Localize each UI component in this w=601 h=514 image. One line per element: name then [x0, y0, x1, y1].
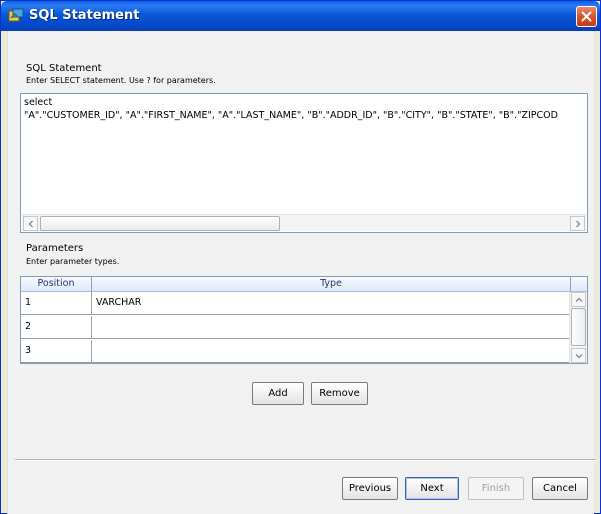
- scroll-down-button[interactable]: [571, 348, 586, 363]
- sql-textarea[interactable]: select "A"."CUSTOMER_ID", "A"."FIRST_NAM…: [20, 93, 588, 233]
- vertical-scroll-thumb[interactable]: [571, 308, 586, 346]
- sql-line: select: [24, 97, 53, 108]
- arrow-up-icon: [575, 297, 583, 302]
- next-button[interactable]: Next: [405, 477, 459, 500]
- column-header-type[interactable]: Type: [92, 278, 570, 289]
- horizontal-scrollbar[interactable]: [22, 214, 586, 231]
- horizontal-scroll-thumb[interactable]: [40, 216, 280, 231]
- remove-button[interactable]: Remove: [311, 382, 368, 405]
- title-bar[interactable]: SQL Statement: [1, 1, 600, 31]
- arrow-down-icon: [575, 354, 583, 359]
- scroll-right-button[interactable]: [570, 216, 585, 231]
- position-cell: 3: [25, 345, 32, 356]
- scroll-up-button[interactable]: [571, 292, 586, 307]
- dialog-window: SQL Statement SQL Statement Enter SELECT…: [0, 0, 601, 514]
- position-cell: 2: [25, 321, 32, 332]
- sql-line: "A"."CUSTOMER_ID", "A"."FIRST_NAME", "A"…: [24, 110, 558, 121]
- table-row[interactable]: 1 VARCHAR: [21, 292, 569, 315]
- params-section-title: Parameters: [26, 243, 84, 254]
- close-button[interactable]: [576, 6, 597, 27]
- vertical-scrollbar[interactable]: [569, 292, 587, 363]
- cancel-button[interactable]: Cancel: [532, 477, 588, 500]
- sql-section-title: SQL Statement: [26, 63, 102, 74]
- parameters-table: Position Type 1 VARCHAR 2 3: [20, 276, 588, 364]
- sql-section-subtitle: Enter SELECT statement. Use ? for parame…: [26, 76, 216, 85]
- previous-button[interactable]: Previous: [342, 477, 398, 500]
- table-row[interactable]: 3: [21, 340, 569, 363]
- finish-button[interactable]: Finish: [468, 477, 524, 500]
- column-header-position[interactable]: Position: [21, 278, 91, 289]
- footer-separator: [15, 459, 596, 461]
- table-header: Position Type: [21, 277, 587, 292]
- table-row[interactable]: 2: [21, 316, 569, 339]
- window-title: SQL Statement: [29, 8, 140, 23]
- arrow-left-icon: [28, 220, 33, 228]
- type-cell[interactable]: VARCHAR: [96, 297, 141, 308]
- position-cell: 1: [25, 297, 32, 308]
- params-section-subtitle: Enter parameter types.: [26, 257, 120, 266]
- app-icon: [8, 8, 24, 23]
- arrow-right-icon: [576, 220, 581, 228]
- add-button[interactable]: Add: [252, 382, 304, 405]
- column-divider: [91, 316, 92, 339]
- column-divider: [91, 340, 92, 363]
- column-divider: [91, 292, 92, 315]
- scroll-left-button[interactable]: [23, 216, 38, 231]
- column-divider: [570, 277, 571, 292]
- close-icon: [581, 11, 592, 22]
